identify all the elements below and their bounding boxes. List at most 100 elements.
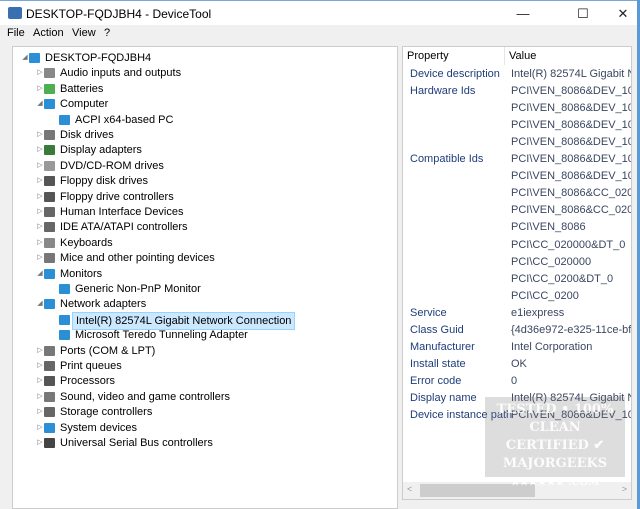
tree-node[interactable]: ▷ Storage controllers [13, 404, 393, 420]
tree-node-label[interactable]: Generic Non-PnP Monitor [72, 281, 204, 297]
expand-arrow-icon[interactable]: ▷ [36, 142, 44, 158]
collapse-arrow-icon[interactable]: ◢ [36, 296, 44, 312]
tree-node[interactable]: ▷ Mice and other pointing devices [13, 250, 393, 266]
expand-arrow-icon[interactable]: ▷ [36, 219, 44, 235]
tree-node-label[interactable]: Floppy drive controllers [57, 189, 177, 205]
property-value[interactable]: PCI\VEN_8086&DEV_10D38 [511, 102, 631, 114]
property-value[interactable]: PCI\VEN_8086&DEV_10D38 [511, 85, 631, 97]
expand-arrow-icon[interactable]: ▷ [36, 373, 44, 389]
column-header-property[interactable]: Property [403, 47, 505, 65]
expand-arrow-icon[interactable]: ▷ [36, 235, 44, 251]
collapse-arrow-icon[interactable]: ◢ [36, 266, 44, 282]
tree-node-label[interactable]: Human Interface Devices [57, 204, 187, 220]
property-value[interactable]: PCI\VEN_8086&DEV_10D38 [511, 153, 631, 165]
property-value[interactable]: OK [511, 358, 527, 370]
tree-node-label[interactable]: Network adapters [57, 296, 149, 312]
tree-node-label[interactable]: Sound, video and game controllers [57, 389, 233, 405]
tree-node-label[interactable]: ACPI x64-based PC [72, 112, 176, 128]
tree-node-label[interactable]: Processors [57, 373, 118, 389]
close-button[interactable]: ✕ [600, 1, 640, 26]
property-value[interactable]: Intel(R) 82574L Gigabit Netw [511, 68, 631, 80]
property-value[interactable]: PCI\CC_0200 [511, 290, 579, 302]
menu-help[interactable]: ? [104, 27, 110, 39]
tree-node[interactable]: ▷ Ports (COM & LPT) [13, 343, 393, 359]
expand-arrow-icon[interactable]: ▷ [36, 404, 44, 420]
expand-arrow-icon[interactable]: ▷ [36, 127, 44, 143]
scroll-left-icon[interactable]: < [407, 484, 412, 494]
tree-node-label[interactable]: Universal Serial Bus controllers [57, 435, 216, 451]
tree-node[interactable]: ▷ Audio inputs and outputs [13, 65, 393, 81]
device-tree[interactable]: ◢ DESKTOP-FQDJBH4 ▷ Audio inputs and output… [12, 46, 398, 509]
tree-node[interactable]: Intel(R) 82574L Gigabit Network Connecti… [13, 311, 393, 330]
tree-node-label[interactable]: Display adapters [57, 142, 145, 158]
column-header-value[interactable]: Value [505, 47, 631, 65]
expand-arrow-icon[interactable]: ▷ [36, 435, 44, 451]
collapse-arrow-icon[interactable]: ◢ [21, 50, 29, 66]
tree-node-label[interactable]: Mice and other pointing devices [57, 250, 218, 266]
expand-arrow-icon[interactable]: ▷ [36, 158, 44, 174]
tree-node-label[interactable]: Keyboards [57, 235, 116, 251]
tree-node-label[interactable]: Monitors [57, 266, 105, 282]
collapse-arrow-icon[interactable]: ◢ [36, 96, 44, 112]
tree-node-label[interactable]: Microsoft Teredo Tunneling Adapter [72, 327, 251, 343]
tree-node[interactable]: ▷ IDE ATA/ATAPI controllers [13, 219, 393, 235]
tree-node[interactable]: ▷ Batteries [13, 81, 393, 97]
tree-node-label[interactable]: Floppy disk drives [57, 173, 151, 189]
tree-node[interactable]: ◢ DESKTOP-FQDJBH4 [13, 50, 393, 66]
tree-node[interactable]: ▷ Disk drives [13, 127, 393, 143]
tree-node[interactable]: ▷ DVD/CD-ROM drives [13, 158, 393, 174]
expand-arrow-icon[interactable]: ▷ [36, 65, 44, 81]
property-value[interactable]: PCI\VEN_8086&CC_0200 [511, 204, 631, 216]
property-value[interactable]: PCI\CC_020000&DT_0 [511, 239, 625, 251]
property-value[interactable]: PCI\CC_020000 [511, 256, 591, 268]
property-value[interactable]: PCI\VEN_8086&DEV_10D38 [511, 119, 631, 131]
expand-arrow-icon[interactable]: ▷ [36, 420, 44, 436]
expand-arrow-icon[interactable]: ▷ [36, 250, 44, 266]
menu-action[interactable]: Action [33, 27, 64, 39]
scroll-right-icon[interactable]: > [622, 484, 627, 494]
tree-node[interactable]: ◢ Computer [13, 96, 393, 112]
tree-node-label[interactable]: DESKTOP-FQDJBH4 [42, 50, 154, 66]
tree-node[interactable]: ▷ Keyboards [13, 235, 393, 251]
tree-node[interactable]: Microsoft Teredo Tunneling Adapter [13, 327, 393, 343]
tree-node[interactable]: ACPI x64-based PC [13, 112, 393, 128]
tree-node-label[interactable]: Storage controllers [57, 404, 155, 420]
tree-node[interactable]: ▷ Floppy disk drives [13, 173, 393, 189]
menu-file[interactable]: File [7, 27, 25, 39]
tree-node[interactable]: ◢ Network adapters [13, 296, 393, 312]
property-value[interactable]: {4d36e972-e325-11ce-bfc1- [511, 324, 631, 336]
tree-node-label[interactable]: IDE ATA/ATAPI controllers [57, 219, 191, 235]
tree-node-label[interactable]: Print queues [57, 358, 125, 374]
expand-arrow-icon[interactable]: ▷ [36, 81, 44, 97]
tree-node[interactable]: ▷ Print queues [13, 358, 393, 374]
tree-node-label[interactable]: Ports (COM & LPT) [57, 343, 158, 359]
tree-node-label[interactable]: System devices [57, 420, 140, 436]
tree-node-label[interactable]: Disk drives [57, 127, 117, 143]
expand-arrow-icon[interactable]: ▷ [36, 343, 44, 359]
tree-node-label[interactable]: Audio inputs and outputs [57, 65, 184, 81]
menu-view[interactable]: View [72, 27, 96, 39]
property-value[interactable]: 0 [511, 375, 517, 387]
tree-node[interactable]: ▷ Floppy drive controllers [13, 189, 393, 205]
tree-node[interactable]: ▷ Sound, video and game controllers [13, 389, 393, 405]
tree-node-label[interactable]: Computer [57, 96, 111, 112]
tree-node-label[interactable]: DVD/CD-ROM drives [57, 158, 167, 174]
expand-arrow-icon[interactable]: ▷ [36, 204, 44, 220]
property-value[interactable]: PCI\VEN_8086 [511, 221, 586, 233]
tree-node[interactable]: ▷ Processors [13, 373, 393, 389]
property-value[interactable]: PCI\VEN_8086&CC_020000 [511, 187, 631, 199]
property-value[interactable]: PCI\VEN_8086&DEV_10D38 [511, 136, 631, 148]
property-value[interactable]: PCI\VEN_8086&DEV_10D3 [511, 170, 631, 182]
tree-node[interactable]: ▷ Universal Serial Bus controllers [13, 435, 393, 451]
tree-node[interactable]: ◢ Monitors [13, 266, 393, 282]
property-value[interactable]: Intel Corporation [511, 341, 592, 353]
minimize-button[interactable]: — [500, 1, 546, 26]
tree-node[interactable]: ▷ Display adapters [13, 142, 393, 158]
expand-arrow-icon[interactable]: ▷ [36, 358, 44, 374]
expand-arrow-icon[interactable]: ▷ [36, 389, 44, 405]
property-value[interactable]: PCI\CC_0200&DT_0 [511, 273, 613, 285]
expand-arrow-icon[interactable]: ▷ [36, 173, 44, 189]
tree-node-label[interactable]: Batteries [57, 81, 106, 97]
expand-arrow-icon[interactable]: ▷ [36, 189, 44, 205]
tree-node[interactable]: ▷ Human Interface Devices [13, 204, 393, 220]
